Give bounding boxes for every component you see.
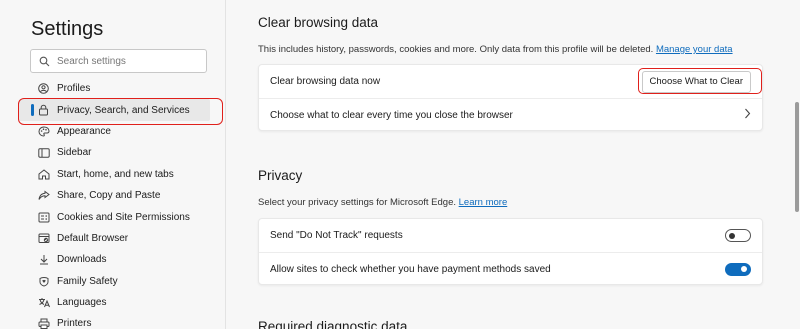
sidebar-divider: [225, 0, 226, 329]
sidebar-item-label: Printers: [57, 318, 92, 329]
sidebar-item-languages[interactable]: Languages: [30, 292, 210, 313]
privacy-card: Send "Do Not Track" requests Allow sites…: [258, 218, 763, 285]
home-icon: [38, 167, 55, 181]
sidebar-item-label: Default Browser: [57, 232, 129, 244]
clear-data-description: This includes history, passwords, cookie…: [258, 44, 733, 55]
privacy-title: Privacy: [258, 168, 303, 183]
sidebar-item-share[interactable]: Share, Copy and Paste: [30, 185, 210, 206]
sidebar-item-label: Start, home, and new tabs: [57, 168, 174, 180]
sidebar-item-label: Privacy, Search, and Services: [57, 104, 190, 116]
manage-data-link[interactable]: Manage your data: [656, 44, 733, 55]
sidebar-item-start-home[interactable]: Start, home, and new tabs: [30, 164, 210, 185]
payment-methods-label: Allow sites to check whether you have pa…: [270, 263, 551, 275]
payment-methods-row: Allow sites to check whether you have pa…: [259, 252, 762, 285]
sidebar-item-label: Languages: [57, 297, 107, 309]
sidebar-item-appearance[interactable]: Appearance: [30, 121, 210, 142]
sidebar: Settings Profiles Privacy, Search, and S…: [0, 0, 225, 329]
do-not-track-toggle[interactable]: [725, 229, 751, 242]
diagnostic-title: Required diagnostic data: [258, 319, 408, 329]
clear-on-close-row[interactable]: Choose what to clear every time you clos…: [259, 98, 762, 131]
sidebar-item-family-safety[interactable]: Family Safety: [30, 271, 210, 292]
sidebar-icon: [38, 146, 55, 160]
appearance-icon: [38, 124, 55, 138]
clear-data-card: Clear browsing data now Choose What to C…: [258, 64, 763, 131]
payment-methods-toggle[interactable]: [725, 262, 751, 276]
privacy-description: Select your privacy settings for Microso…: [258, 197, 507, 208]
sidebar-item-label: Sidebar: [57, 147, 92, 159]
do-not-track-row: Send "Do Not Track" requests: [259, 219, 762, 252]
scrollbar[interactable]: [795, 102, 799, 212]
chevron-right-icon: [744, 108, 751, 122]
sidebar-item-profiles[interactable]: Profiles: [30, 78, 210, 99]
sidebar-item-label: Family Safety: [57, 275, 118, 287]
printer-icon: [38, 317, 55, 329]
clear-data-now-row: Clear browsing data now Choose What to C…: [259, 65, 762, 98]
sidebar-item-label: Appearance: [57, 125, 111, 137]
clear-data-title: Clear browsing data: [258, 15, 379, 30]
sidebar-item-label: Cookies and Site Permissions: [57, 211, 190, 223]
clear-data-desc-text: This includes history, passwords, cookie…: [258, 44, 654, 55]
languages-icon: [38, 296, 55, 310]
search-input[interactable]: [57, 55, 197, 67]
sidebar-item-default-browser[interactable]: Default Browser: [30, 228, 210, 249]
browser-icon: [38, 231, 55, 245]
download-icon: [38, 253, 55, 267]
clear-data-now-label: Clear browsing data now: [270, 76, 381, 87]
sidebar-nav: Profiles Privacy, Search, and Services A…: [19, 78, 210, 329]
search-box[interactable]: [30, 49, 207, 73]
sidebar-item-privacy[interactable]: Privacy, Search, and Services: [19, 99, 210, 121]
lock-icon: [38, 103, 55, 117]
sidebar-item-label: Share, Copy and Paste: [57, 190, 161, 202]
sidebar-item-label: Profiles: [57, 83, 91, 95]
sidebar-item-downloads[interactable]: Downloads: [30, 249, 210, 270]
sidebar-item-cookies[interactable]: Cookies and Site Permissions: [30, 206, 210, 227]
settings-title: Settings: [31, 18, 104, 40]
privacy-desc-text: Select your privacy settings for Microso…: [258, 197, 456, 208]
sidebar-item-sidebar[interactable]: Sidebar: [30, 142, 210, 163]
clear-on-close-label: Choose what to clear every time you clos…: [270, 109, 513, 121]
search-icon: [31, 56, 57, 67]
sidebar-item-label: Downloads: [57, 254, 107, 266]
choose-what-to-clear-button[interactable]: Choose What to Clear: [641, 70, 751, 93]
cookies-icon: [38, 210, 55, 224]
share-icon: [38, 189, 55, 203]
sidebar-item-printers[interactable]: Printers: [30, 313, 210, 329]
learn-more-link[interactable]: Learn more: [459, 197, 508, 208]
do-not-track-label: Send "Do Not Track" requests: [270, 230, 403, 241]
family-icon: [38, 274, 55, 288]
profile-icon: [38, 82, 55, 96]
